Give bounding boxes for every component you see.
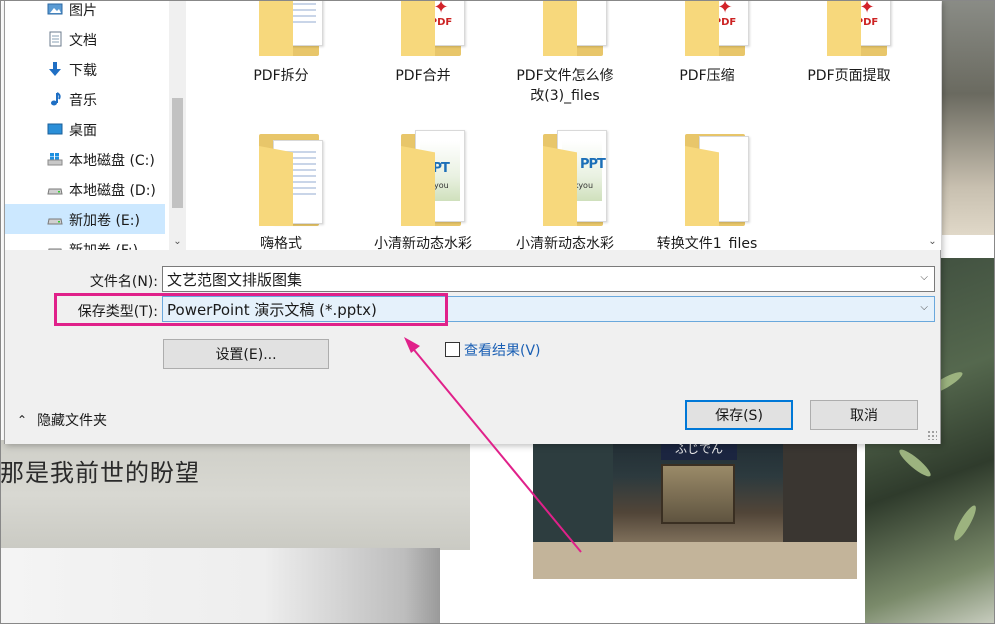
- filename-label: 文件名(N):: [89, 274, 158, 290]
- nav-item-documents[interactable]: 文档: [5, 24, 165, 54]
- chevron-down-icon[interactable]: ⌄: [171, 235, 184, 248]
- folder-item[interactable]: PPT ankyou 小清新动态水彩: [495, 126, 635, 250]
- settings-button[interactable]: 设置(E)...: [163, 339, 329, 369]
- ppt-folder-icon: PPT ankyou: [543, 126, 621, 226]
- folder-icon: [259, 126, 337, 226]
- windows-drive-icon: [47, 151, 63, 167]
- drive-icon: [47, 181, 63, 197]
- nav-item-downloads[interactable]: 下载: [5, 54, 165, 84]
- drive-icon: [47, 211, 63, 227]
- folder-name: 嗨格式: [260, 236, 302, 250]
- pdf-folder-icon: ✦ PDF: [401, 0, 479, 56]
- folder-name: 小清新动态水彩: [374, 236, 472, 250]
- folder-item[interactable]: 转换文件1_files: [637, 126, 777, 250]
- navigation-pane: 图片 文档 下载 音乐 桌面 本地磁盘 (C:) 本地磁盘 (D:) 新加卷 (…: [5, 0, 186, 250]
- nav-scrollbar[interactable]: ⌄: [169, 0, 186, 250]
- folder-item[interactable]: 嗨格式: [211, 126, 351, 250]
- savetype-label: 保存类型(T):: [77, 304, 158, 320]
- chevron-down-icon[interactable]: ⌵: [920, 302, 928, 313]
- folder-icon: [259, 0, 337, 56]
- pictures-icon: [47, 1, 63, 17]
- filename-input[interactable]: 文艺范图文排版图集 ⌵: [162, 266, 935, 292]
- cancel-button[interactable]: 取消: [810, 400, 918, 430]
- background-photo-sign: [942, 0, 995, 235]
- chevron-up-icon: ⌃: [17, 413, 28, 427]
- folder-name: PDF页面提取: [807, 68, 891, 84]
- nav-item-pictures[interactable]: 图片: [5, 0, 165, 24]
- nav-item-drive-c[interactable]: 本地磁盘 (C:): [5, 144, 165, 174]
- music-icon: [47, 91, 63, 107]
- nav-item-desktop[interactable]: 桌面: [5, 114, 165, 144]
- file-list: PDF拆分 ✦ PDF PDF合并 PDF文件怎么修 改(3)_files ✦ …: [186, 0, 924, 250]
- folder-name: 小清新动态水彩: [516, 236, 614, 250]
- savetype-select[interactable]: PowerPoint 演示文稿 (*.pptx) ⌵: [162, 296, 935, 322]
- resize-grip[interactable]: [927, 430, 937, 440]
- folder-item[interactable]: ✦ PDF PDF合并: [353, 0, 493, 84]
- folder-name: 转换文件1_files: [656, 236, 758, 250]
- nav-item-music[interactable]: 音乐: [5, 84, 165, 114]
- background-paper-shadow: [0, 548, 440, 624]
- pdf-folder-icon: ✦ PDF: [827, 0, 905, 56]
- view-result-checkbox[interactable]: [445, 342, 460, 357]
- nav-scroll-thumb[interactable]: [172, 98, 183, 208]
- chevron-down-icon[interactable]: ⌄: [926, 235, 939, 248]
- folder-item[interactable]: PDF拆分: [211, 0, 351, 84]
- folder-icon: [543, 0, 621, 56]
- drive-icon: [47, 241, 63, 250]
- chevron-down-icon[interactable]: ⌵: [920, 272, 928, 283]
- folder-icon: [685, 126, 763, 226]
- folder-name: PDF拆分: [253, 68, 309, 84]
- nav-item-drive-f[interactable]: 新加卷 (F:): [5, 234, 165, 250]
- background-photo-street: ふじでん: [533, 432, 857, 579]
- folder-name: PDF压缩: [679, 68, 735, 84]
- ppt-folder-icon: PPT you: [401, 126, 479, 226]
- nav-item-drive-e[interactable]: 新加卷 (E:): [5, 204, 165, 234]
- hide-folders-toggle[interactable]: ⌃ 隐藏文件夹: [17, 410, 107, 430]
- nav-item-drive-d[interactable]: 本地磁盘 (D:): [5, 174, 165, 204]
- folder-item[interactable]: PPT you 小清新动态水彩: [353, 126, 493, 250]
- folder-name: PDF文件怎么修 改(3)_files: [516, 68, 614, 104]
- documents-icon: [47, 31, 63, 47]
- desktop-icon: [47, 121, 63, 137]
- folder-item[interactable]: ✦ PDF PDF页面提取: [779, 0, 919, 84]
- save-as-dialog: 图片 文档 下载 音乐 桌面 本地磁盘 (C:) 本地磁盘 (D:) 新加卷 (…: [4, 0, 941, 444]
- folder-item[interactable]: ✦ PDF PDF压缩: [637, 0, 777, 84]
- save-button[interactable]: 保存(S): [685, 400, 793, 430]
- folder-item[interactable]: PDF文件怎么修 改(3)_files: [495, 0, 635, 104]
- view-result-label[interactable]: 查看结果(V): [464, 340, 541, 360]
- folder-name: PDF合并: [395, 68, 451, 84]
- pdf-folder-icon: ✦ PDF: [685, 0, 763, 56]
- file-list-scrollbar[interactable]: ⌄: [924, 0, 941, 250]
- background-poem-text: 那是我前世的盼望: [0, 459, 200, 487]
- download-icon: [47, 61, 63, 77]
